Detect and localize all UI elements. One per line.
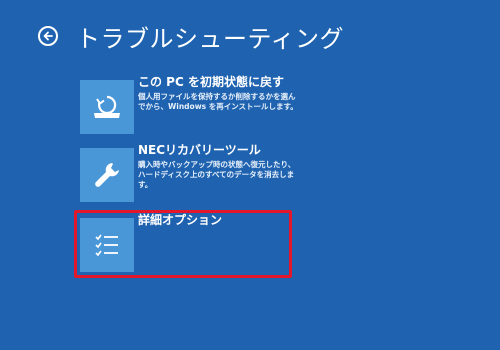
option-tile <box>80 148 134 202</box>
checklist-icon <box>95 234 118 257</box>
option-nec-recovery-tool[interactable]: NECリカバリーツール 購入時やバックアップ時の状態へ復元したり、ハードディスク… <box>80 144 296 206</box>
option-tile <box>80 80 134 134</box>
option-advanced-options[interactable]: 詳細オプション <box>80 214 295 274</box>
back-arrow-icon <box>43 31 53 41</box>
page-title: トラブルシューティング <box>76 24 345 53</box>
wrench-icon <box>95 163 119 187</box>
option-tile <box>80 218 134 272</box>
option-description: 個人用ファイルを保持するか削除するかを選んでから、Windows を再インストー… <box>138 92 298 111</box>
option-label: NECリカバリーツール <box>138 143 261 157</box>
option-reset-pc[interactable]: この PC を初期状態に戻す 個人用ファイルを保持するか削除するかを選んでから、… <box>80 76 298 138</box>
option-description: 購入時やバックアップ時の状態へ復元したり、ハードディスク上のすべてのデータを消去… <box>138 160 296 189</box>
back-button[interactable] <box>38 26 58 46</box>
option-label: この PC を初期状態に戻す <box>138 75 284 89</box>
option-label: 詳細オプション <box>138 213 223 227</box>
header: トラブルシューティング <box>38 18 344 54</box>
reset-pc-icon <box>94 95 120 118</box>
